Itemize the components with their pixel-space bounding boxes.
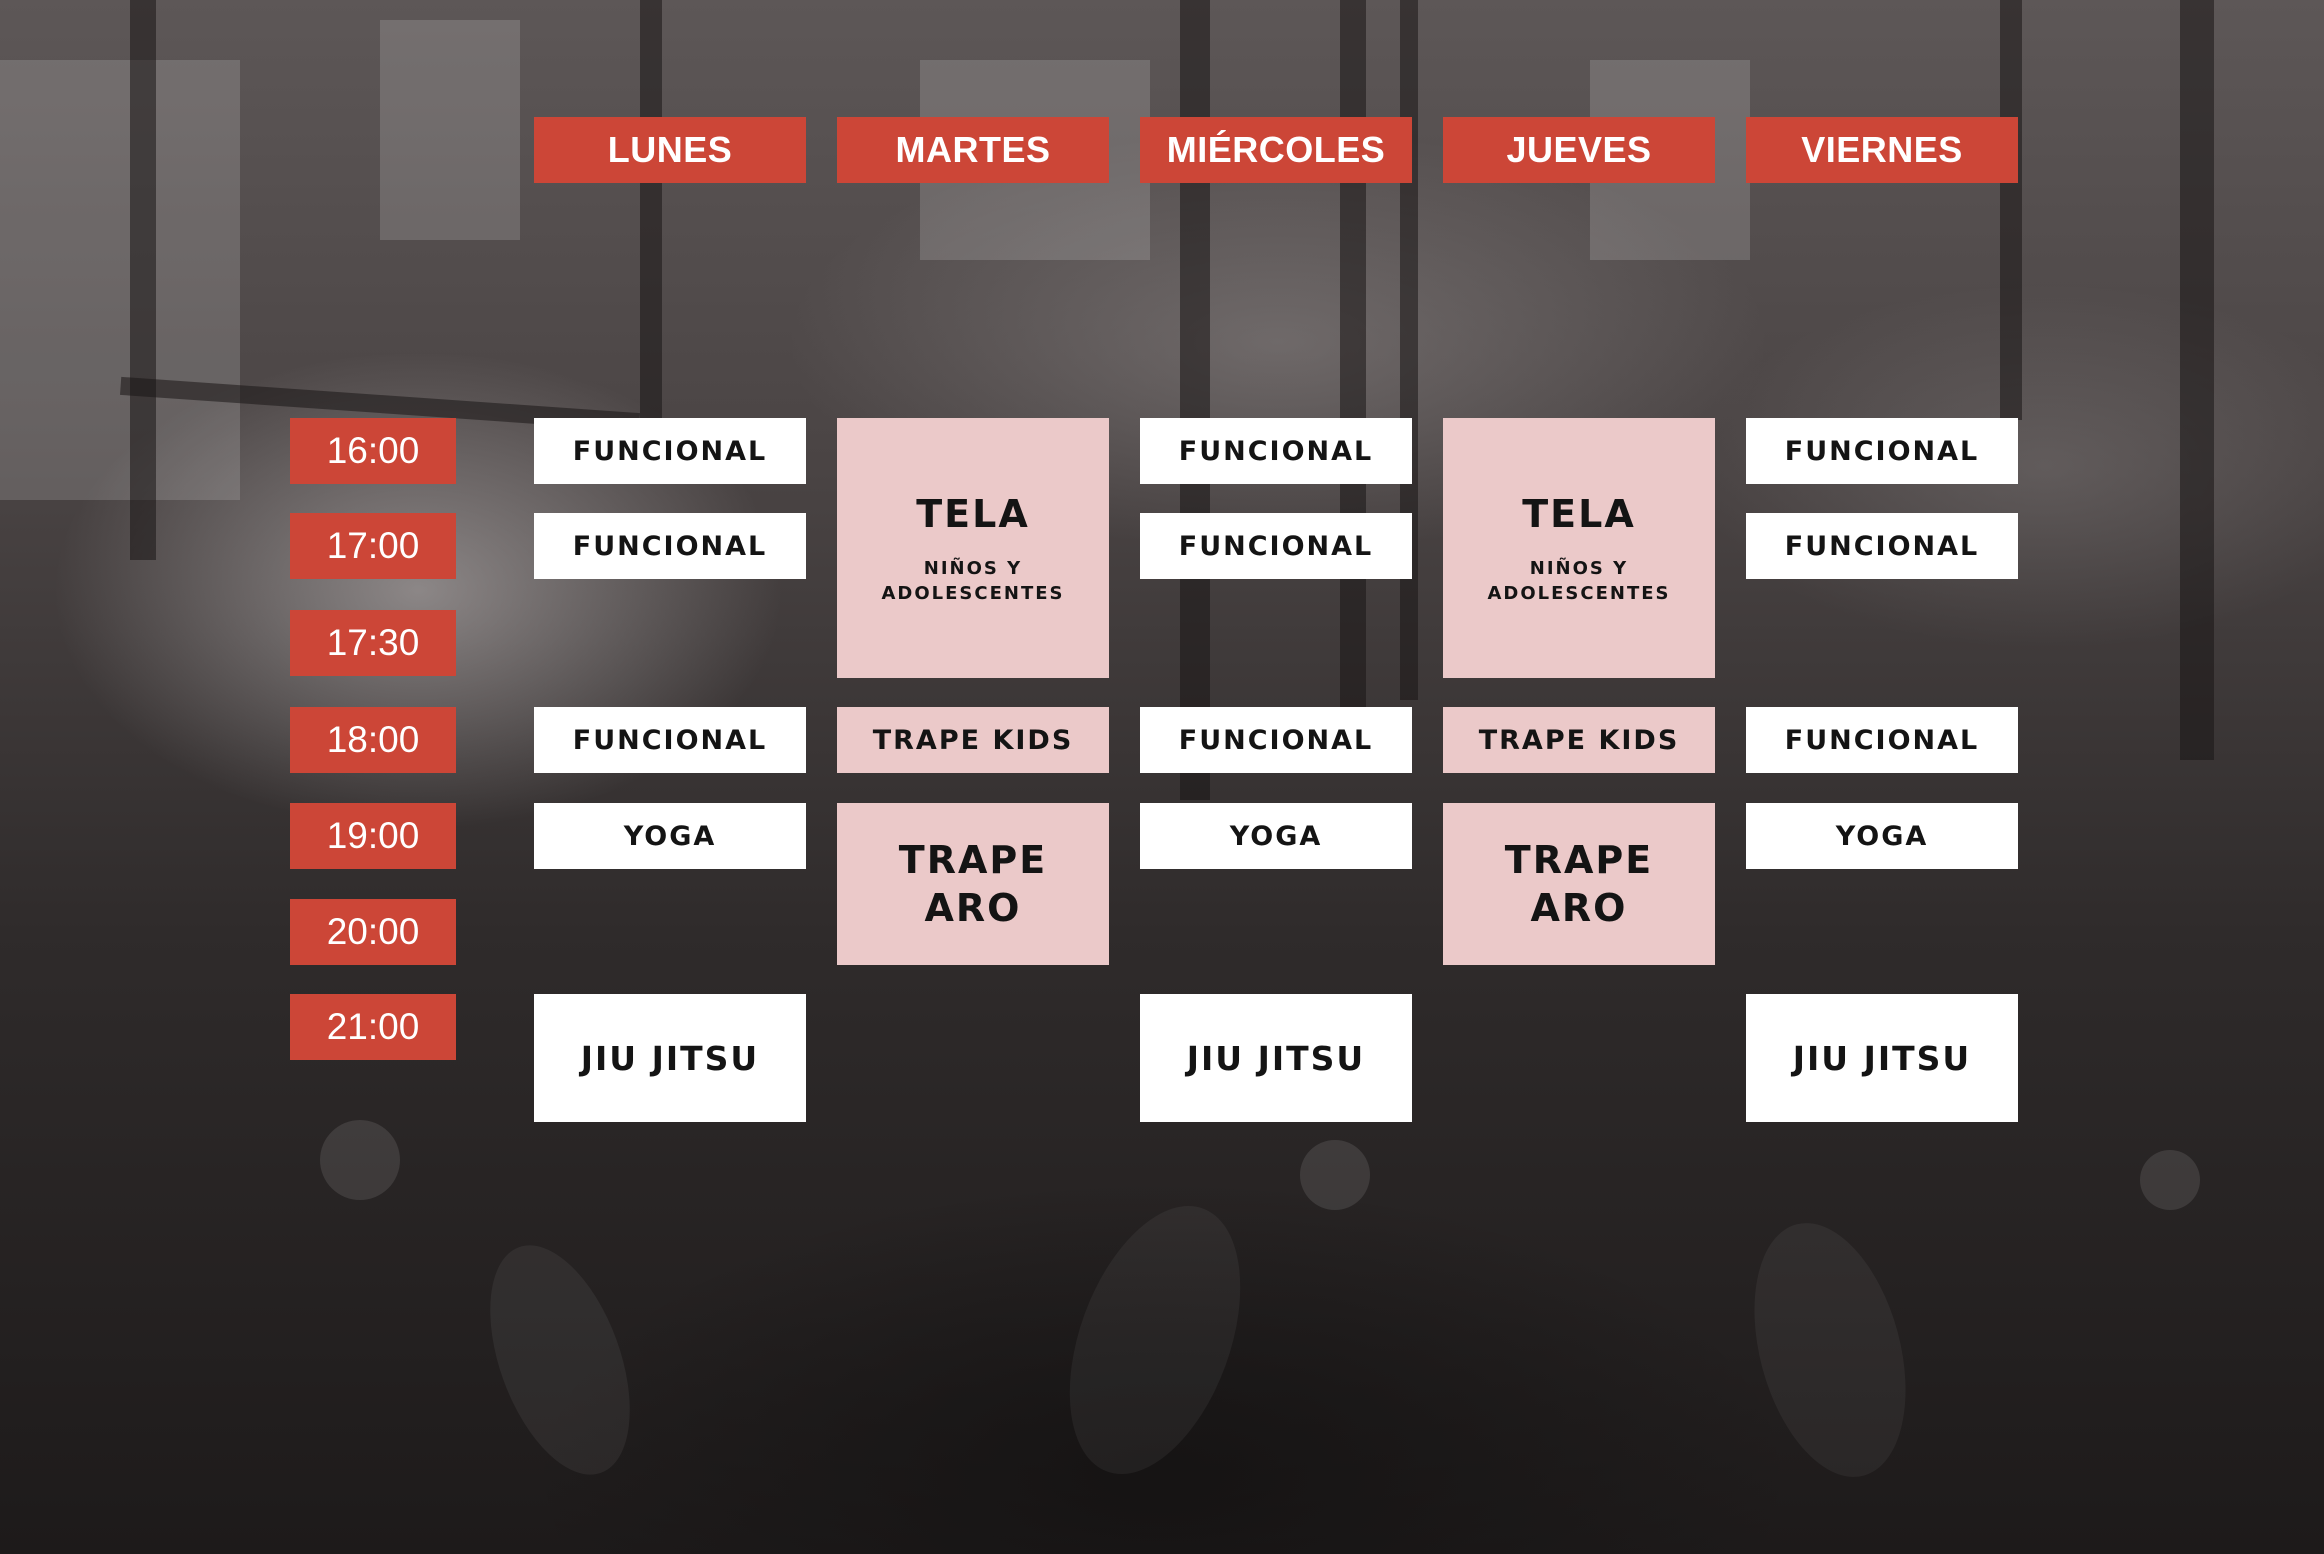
time-label-1700: 17:00: [290, 513, 456, 579]
class-lunes-1900-yoga: YOGA: [534, 803, 806, 869]
class-martes-1800-trape-kids: TRAPE KIDS: [837, 707, 1109, 773]
gym-background-photo: [0, 0, 2324, 1554]
time-label-2100: 21:00: [290, 994, 456, 1060]
day-header-miercoles: MIÉRCOLES: [1140, 117, 1412, 183]
class-viernes-1800-funcional: FUNCIONAL: [1746, 707, 2018, 773]
class-miercoles-1900-yoga: YOGA: [1140, 803, 1412, 869]
time-label-1730: 17:30: [290, 610, 456, 676]
day-header-martes: MARTES: [837, 117, 1109, 183]
class-lunes-2100-jiu-jitsu: JIU JITSU: [534, 994, 806, 1122]
class-viernes-1900-yoga: YOGA: [1746, 803, 2018, 869]
class-lunes-1800-funcional: FUNCIONAL: [534, 707, 806, 773]
class-viernes-1700-funcional: FUNCIONAL: [1746, 513, 2018, 579]
time-label-1600: 16:00: [290, 418, 456, 484]
day-header-viernes: VIERNES: [1746, 117, 2018, 183]
class-subtitle: NIÑOS Y ADOLESCENTES: [1487, 558, 1671, 604]
class-martes-1900-trape-aro: TRAPE ARO: [837, 803, 1109, 965]
class-martes-1600-tela: TELA NIÑOS Y ADOLESCENTES: [837, 418, 1109, 678]
class-lunes-1700-funcional: FUNCIONAL: [534, 513, 806, 579]
class-jueves-1600-tela: TELA NIÑOS Y ADOLESCENTES: [1443, 418, 1715, 678]
class-title: TELA: [916, 492, 1030, 536]
time-label-1900: 19:00: [290, 803, 456, 869]
class-miercoles-1800-funcional: FUNCIONAL: [1140, 707, 1412, 773]
class-jueves-1900-trape-aro: TRAPE ARO: [1443, 803, 1715, 965]
class-lunes-1600-funcional: FUNCIONAL: [534, 418, 806, 484]
day-header-jueves: JUEVES: [1443, 117, 1715, 183]
class-miercoles-1600-funcional: FUNCIONAL: [1140, 418, 1412, 484]
time-label-1800: 18:00: [290, 707, 456, 773]
class-miercoles-2100-jiu-jitsu: JIU JITSU: [1140, 994, 1412, 1122]
class-miercoles-1700-funcional: FUNCIONAL: [1140, 513, 1412, 579]
class-viernes-1600-funcional: FUNCIONAL: [1746, 418, 2018, 484]
class-jueves-1800-trape-kids: TRAPE KIDS: [1443, 707, 1715, 773]
class-title: TELA: [1522, 492, 1636, 536]
time-label-2000: 20:00: [290, 899, 456, 965]
class-subtitle: NIÑOS Y ADOLESCENTES: [881, 558, 1065, 604]
class-viernes-2100-jiu-jitsu: JIU JITSU: [1746, 994, 2018, 1122]
day-header-lunes: LUNES: [534, 117, 806, 183]
